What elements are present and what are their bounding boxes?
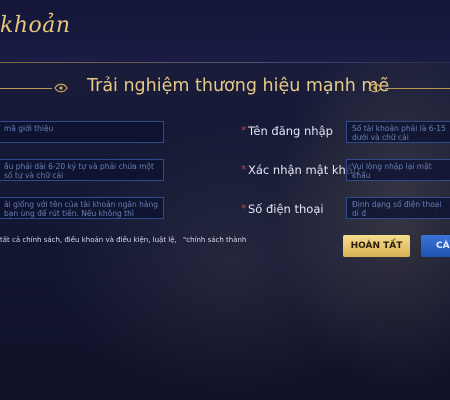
header-divider xyxy=(0,62,450,63)
referral-code-input[interactable]: mã giới thiệu xyxy=(0,121,164,143)
phone-label: Số điện thoại xyxy=(248,202,324,216)
ornament-right-icon xyxy=(368,83,382,93)
terms-text: tất cả chính sách, điều khoản và điều ki… xyxy=(0,236,177,244)
submit-button[interactable]: HOÀN TẤT xyxy=(343,235,410,257)
confirm-password-input[interactable]: Vui lòng nhập lại mật khẩu xyxy=(346,159,450,181)
confirm-password-label: Xác nhận mật khẩu xyxy=(248,163,361,177)
cancel-button[interactable]: CÀ xyxy=(421,235,450,257)
required-star: * xyxy=(241,163,247,176)
policy-link[interactable]: "chính sách thành xyxy=(183,236,246,244)
required-star: * xyxy=(241,124,247,137)
username-input[interactable]: Số tài khoản phải là 6-15 dưới và chữ cá… xyxy=(346,121,450,143)
ornament-left-icon xyxy=(54,83,68,93)
slogan-row: Trải nghiệm thương hiệu mạnh mẽ xyxy=(0,76,450,100)
password-input[interactable]: ầu phải dài 6-20 ký tự và phải chứa một … xyxy=(0,159,164,181)
slogan-divider-right xyxy=(385,88,450,89)
phone-input[interactable]: Định dạng số điện thoại di đ xyxy=(346,197,450,219)
slogan-text: Trải nghiệm thương hiệu mạnh mẽ xyxy=(87,76,390,96)
terms-agreement: tất cả chính sách, điều khoản và điều ki… xyxy=(0,236,246,244)
page-header: khoản xyxy=(0,0,450,62)
username-label: Tên đăng nhập xyxy=(248,124,333,138)
full-name-input[interactable]: ải giống với tên của tài khoản ngân hàng… xyxy=(0,197,164,219)
required-star: * xyxy=(241,202,247,215)
slogan-divider-left xyxy=(0,88,52,89)
page-title: khoản xyxy=(0,13,71,38)
